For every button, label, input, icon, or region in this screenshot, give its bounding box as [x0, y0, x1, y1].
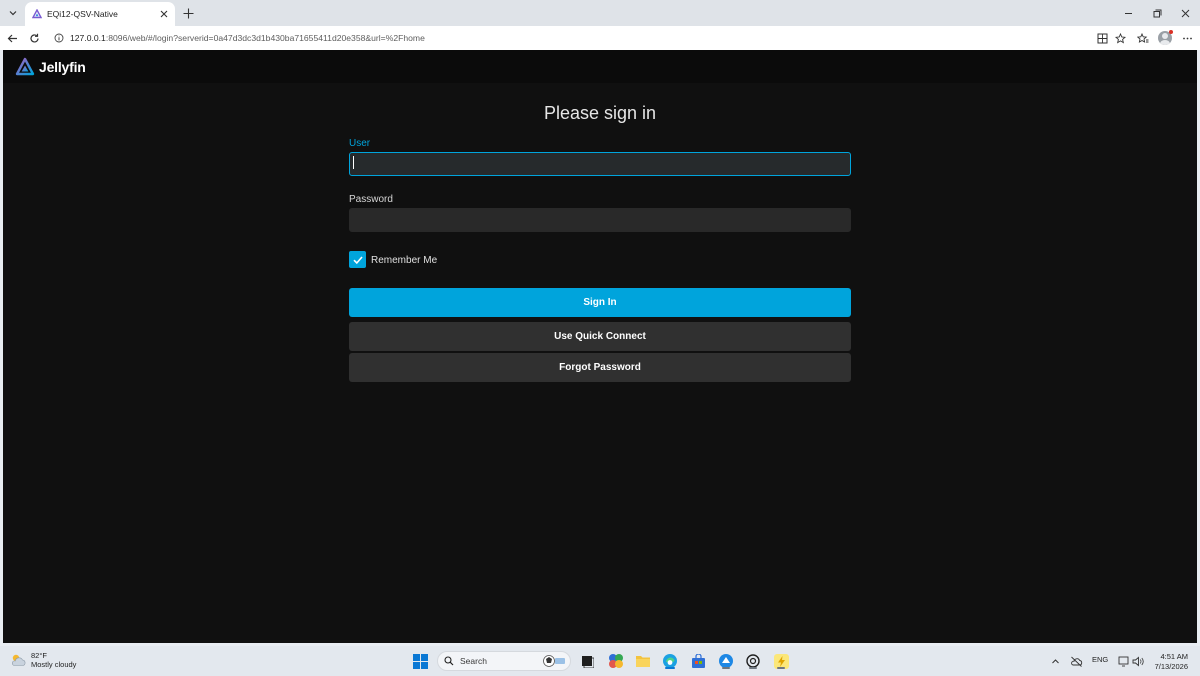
forgot-password-button[interactable]: Forgot Password: [349, 353, 851, 382]
os-taskbar: 82°F Mostly cloudy Search ENG 4:51 AM 7/…: [0, 646, 1200, 676]
tab-list-button[interactable]: [3, 3, 23, 23]
taskbar-widgets-app[interactable]: [607, 652, 625, 670]
user-input[interactable]: [349, 152, 851, 176]
close-icon: [1181, 9, 1189, 17]
page-viewport: Jellyfin Please sign in User Password Re…: [3, 50, 1197, 643]
volume-button[interactable]: [1129, 652, 1147, 670]
user-label: User: [349, 138, 371, 149]
chevron-down-icon: [9, 11, 17, 16]
checkmark-icon: [352, 255, 363, 264]
browser-tab-active[interactable]: EQi12-QSV-Native: [25, 2, 175, 26]
taskbar-search[interactable]: Search: [437, 651, 571, 671]
windows-logo-icon: [412, 653, 428, 669]
app-logo-text[interactable]: Jellyfin: [39, 59, 86, 75]
star-icon: [1114, 32, 1126, 44]
site-info-icon[interactable]: [54, 33, 64, 43]
folder-icon: [636, 656, 650, 667]
notification-dot: [1169, 30, 1173, 34]
app-header: Jellyfin: [3, 50, 1197, 83]
password-input[interactable]: [349, 208, 851, 232]
weather-description: Mostly cloudy: [31, 660, 77, 669]
favorite-button[interactable]: [1111, 29, 1129, 47]
language-indicator[interactable]: ENG: [1092, 655, 1108, 664]
url-text[interactable]: 127.0.0.1:8096/web/#/login?serverid=0a47…: [70, 33, 425, 43]
restore-button[interactable]: [1148, 4, 1166, 22]
clock-time: 4:51 AM: [1160, 652, 1188, 661]
reload-icon: [29, 33, 39, 43]
quick-connect-button[interactable]: Use Quick Connect: [349, 322, 851, 351]
taskbar-app-blue[interactable]: [717, 652, 735, 670]
app-grid-icon: [1097, 33, 1107, 43]
arrow-left-icon: [7, 34, 17, 42]
running-app-indicator: [777, 667, 785, 669]
start-button[interactable]: [411, 652, 429, 670]
app-available-button[interactable]: [1093, 29, 1111, 47]
system-clock[interactable]: 4:51 AM 7/13/2026: [1155, 652, 1188, 672]
clock-date: 7/13/2026: [1154, 662, 1188, 671]
jellyfin-logo-icon[interactable]: [15, 57, 35, 77]
browser-toolbar: 127.0.0.1:8096/web/#/login?serverid=0a47…: [0, 26, 1200, 50]
running-app-indicator: [749, 667, 757, 669]
chevron-up-icon: [1051, 658, 1059, 663]
cloudy-weather-icon: [12, 654, 26, 666]
taskbar-store[interactable]: [689, 652, 707, 670]
running-app-indicator: [722, 667, 730, 669]
taskbar-edge[interactable]: [661, 652, 679, 670]
more-horizontal-icon: [1182, 37, 1192, 39]
active-app-indicator: [665, 667, 675, 669]
taskbar-file-explorer[interactable]: [634, 652, 652, 670]
browser-tab-strip: EQi12-QSV-Native: [0, 0, 1200, 26]
weather-widget[interactable]: 82°F Mostly cloudy: [10, 651, 76, 669]
speaker-icon: [1132, 656, 1144, 666]
sign-in-button[interactable]: Sign In: [349, 288, 851, 317]
jellyfin-favicon-icon: [32, 9, 42, 19]
cloud-offline-icon: [1070, 656, 1082, 667]
task-view-icon: [582, 656, 594, 668]
colorful-app-icon: [609, 654, 623, 668]
onedrive-status[interactable]: [1067, 652, 1085, 670]
remember-me-label[interactable]: Remember Me: [371, 255, 437, 266]
tab-close-icon[interactable]: [157, 7, 171, 21]
favorites-button[interactable]: [1134, 29, 1152, 47]
search-placeholder: Search: [460, 656, 487, 666]
address-bar[interactable]: 127.0.0.1:8096/web/#/login?serverid=0a47…: [48, 28, 1108, 48]
text-caret: [353, 156, 354, 169]
settings-more-button[interactable]: [1178, 29, 1196, 47]
search-icon: [444, 656, 454, 666]
minimize-button[interactable]: [1119, 4, 1137, 22]
favorites-star-icon: [1137, 32, 1149, 43]
minimize-icon: [1124, 12, 1132, 14]
back-button[interactable]: [3, 29, 21, 47]
store-bag-icon: [691, 653, 705, 668]
show-hidden-icons-button[interactable]: [1046, 652, 1064, 670]
weather-temperature: 82°F: [31, 651, 47, 660]
search-highlight-icon: [543, 655, 565, 667]
taskbar-task-view[interactable]: [578, 652, 596, 670]
page-title: Please sign in: [543, 103, 657, 123]
tab-title: EQi12-QSV-Native: [47, 9, 118, 19]
password-label: Password: [349, 194, 393, 205]
plus-icon: [183, 8, 193, 18]
taskbar-chatgpt[interactable]: [744, 652, 762, 670]
remember-me-checkbox[interactable]: [349, 251, 366, 268]
new-tab-button[interactable]: [179, 4, 197, 22]
reload-button[interactable]: [25, 29, 43, 47]
taskbar-app-yellow[interactable]: [772, 652, 790, 670]
close-window-button[interactable]: [1176, 4, 1194, 22]
restore-icon: [1153, 9, 1161, 17]
profile-button[interactable]: [1156, 29, 1174, 47]
